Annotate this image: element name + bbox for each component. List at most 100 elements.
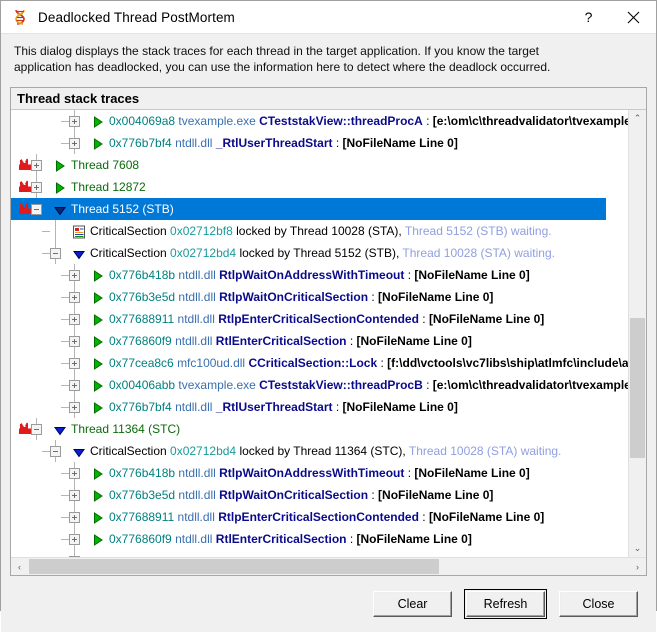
tree-rows: 0x004069a8 tvexample.exe CTeststakView::… (11, 110, 628, 557)
dna-helix-icon (11, 8, 29, 26)
frame-location: [NoFileName Line 0] (414, 268, 530, 282)
tree-row[interactable]: Thread 5152 (STB) (11, 198, 628, 220)
clear-button[interactable]: Clear (373, 591, 452, 617)
cs-address: 0x02712bd4 (170, 444, 237, 458)
frame-location: [f:\dd\vctools\vc7libs\ship\atlmfc\inclu… (387, 356, 628, 370)
horizontal-scroll-thumb[interactable] (29, 559, 439, 574)
expand-node-button[interactable] (69, 402, 80, 413)
group-title: Thread stack traces (11, 88, 646, 110)
triangle-right-icon (91, 510, 105, 524)
triangle-right-icon (91, 136, 105, 150)
expand-node-button[interactable] (69, 314, 80, 325)
frame-address: 0x776b3e5d (109, 488, 176, 502)
frame-module: ntdll.dll (178, 268, 216, 282)
tree-row[interactable]: Thread 11364 (STC) (11, 418, 628, 440)
frame-location: [NoFileName Line 0] (342, 136, 458, 150)
tree-row[interactable]: 0x776860f9 ntdll.dll RtlEnterCriticalSec… (11, 528, 628, 550)
frame-module: ntdll.dll (175, 136, 213, 150)
tree-row[interactable]: Thread 7608 (11, 154, 628, 176)
frame-address: 0x776b418b (109, 466, 176, 480)
frame-function: CTeststakView::threadProcB (259, 378, 423, 392)
stack-frame-text: 0x776b7bf4 ntdll.dll _RtlUserThreadStart… (109, 132, 458, 154)
frame-separator: : (422, 114, 433, 128)
tree-row[interactable]: 0x776b7bf4 ntdll.dll _RtlUserThreadStart… (11, 396, 628, 418)
expand-node-button[interactable] (69, 116, 80, 127)
scroll-up-icon[interactable]: ⌃ (629, 110, 646, 127)
scroll-down-icon[interactable]: ⌄ (629, 540, 646, 557)
critical-section-text: CriticalSection 0x02712bd4 locked by Thr… (90, 242, 555, 264)
frame-separator: : (368, 488, 379, 502)
expand-node-button[interactable] (69, 534, 80, 545)
triangle-right-icon (91, 488, 105, 502)
frame-separator: : (418, 510, 429, 524)
frame-module: ntdll.dll (178, 466, 216, 480)
thread-label: Thread 12872 (71, 180, 146, 194)
cs-prefix: CriticalSection (90, 224, 171, 238)
frame-address: 0x776b7bf4 (109, 136, 172, 150)
tree-row[interactable]: 0x776b3e5d ntdll.dll RtlpWaitOnCriticalS… (11, 286, 628, 308)
tree-row[interactable]: CriticalSection 0x02712bd4 locked by Thr… (11, 242, 628, 264)
tree-row[interactable]: 0x776b418b ntdll.dll RtlpWaitOnAddressWi… (11, 264, 628, 286)
footer-buttons: Clear Refresh Close (1, 576, 656, 632)
tree-row[interactable]: 0x776b7bf4 ntdll.dll _RtlUserThreadStart… (11, 132, 628, 154)
triangle-right-icon (91, 312, 105, 326)
tree-row[interactable]: 0x004069a8 tvexample.exe CTeststakView::… (11, 110, 628, 132)
tree-row[interactable]: 0x776b418b ntdll.dll RtlpWaitOnAddressWi… (11, 462, 628, 484)
tree-row[interactable]: 0x776b3e5d ntdll.dll RtlpWaitOnCriticalS… (11, 484, 628, 506)
tree-connector-line (61, 473, 69, 474)
refresh-button[interactable]: Refresh (464, 589, 547, 619)
scroll-left-icon[interactable]: ‹ (11, 558, 28, 575)
tree-connector-line (55, 220, 56, 242)
expand-node-button[interactable] (69, 336, 80, 347)
tree-row[interactable]: 0x77cea8c6 mfc100ud.dll CCriticalSection… (11, 352, 628, 374)
frame-location: [e:\om\c\threadvalidator\tvexample\te (432, 114, 628, 128)
frame-location: [e:\om\c\threadvalidator\tvexample\te (432, 378, 628, 392)
frame-separator: : (332, 400, 343, 414)
help-button[interactable]: ? (566, 2, 611, 33)
expand-node-button[interactable] (69, 380, 80, 391)
critical-section-text: CriticalSection 0x02712bd4 locked by Thr… (90, 440, 561, 462)
frame-function: RtlpEnterCriticalSectionContended (218, 510, 419, 524)
vertical-scroll-thumb[interactable] (630, 318, 645, 458)
frame-separator: : (346, 532, 357, 546)
triangle-right-icon (91, 334, 105, 348)
description-panel: This dialog displays the stack traces fo… (1, 33, 656, 85)
expand-node-button[interactable] (69, 138, 80, 149)
tree-row[interactable]: 0x00406abb tvexample.exe CTeststakView::… (11, 374, 628, 396)
close-button[interactable]: Close (559, 591, 638, 617)
scroll-right-icon[interactable]: › (629, 558, 646, 575)
frame-location: [NoFileName Line 0] (378, 290, 494, 304)
frame-address: 0x776b418b (109, 268, 176, 282)
vertical-scrollbar[interactable]: ⌃ ⌄ (628, 110, 646, 557)
document-icon (72, 224, 86, 239)
stack-frame-text: 0x776b3e5d ntdll.dll RtlpWaitOnCriticalS… (109, 286, 493, 308)
expand-node-button[interactable] (69, 292, 80, 303)
expand-node-button[interactable] (31, 182, 42, 193)
collapse-node-button[interactable] (50, 446, 61, 457)
close-icon[interactable] (611, 2, 656, 33)
tree-row[interactable]: 0x77688911 ntdll.dll RtlpEnterCriticalSe… (11, 506, 628, 528)
tree-canvas[interactable]: 0x004069a8 tvexample.exe CTeststakView::… (11, 110, 628, 557)
tree-row[interactable]: CriticalSection 0x02712bf8 locked by Thr… (11, 220, 628, 242)
frame-module: tvexample.exe (178, 378, 256, 392)
expand-node-button[interactable] (69, 468, 80, 479)
expand-node-button[interactable] (69, 490, 80, 501)
expand-node-button[interactable] (31, 160, 42, 171)
collapse-node-button[interactable] (31, 204, 42, 215)
tree-row[interactable]: CriticalSection 0x02712bd4 locked by Thr… (11, 440, 628, 462)
frame-module: ntdll.dll (178, 290, 216, 304)
frame-function: RtlpEnterCriticalSectionContended (218, 312, 419, 326)
tree-row[interactable]: Thread 12872 (11, 176, 628, 198)
expand-node-button[interactable] (69, 270, 80, 281)
tree-row[interactable]: 0x77688911 ntdll.dll RtlpEnterCriticalSe… (11, 308, 628, 330)
tree-viewport: 0x004069a8 tvexample.exe CTeststakView::… (11, 110, 646, 557)
tree-row[interactable]: 0x776860f9 ntdll.dll RtlEnterCriticalSec… (11, 330, 628, 352)
collapse-node-button[interactable] (50, 248, 61, 259)
horizontal-scrollbar[interactable]: ‹ › (11, 557, 646, 575)
thread-label: Thread 7608 (71, 158, 140, 172)
collapse-node-button[interactable] (31, 424, 42, 435)
expand-node-button[interactable] (69, 512, 80, 523)
expand-node-button[interactable] (69, 358, 80, 369)
tree-row[interactable] (11, 550, 628, 557)
window-title: Deadlocked Thread PostMortem (38, 9, 235, 25)
